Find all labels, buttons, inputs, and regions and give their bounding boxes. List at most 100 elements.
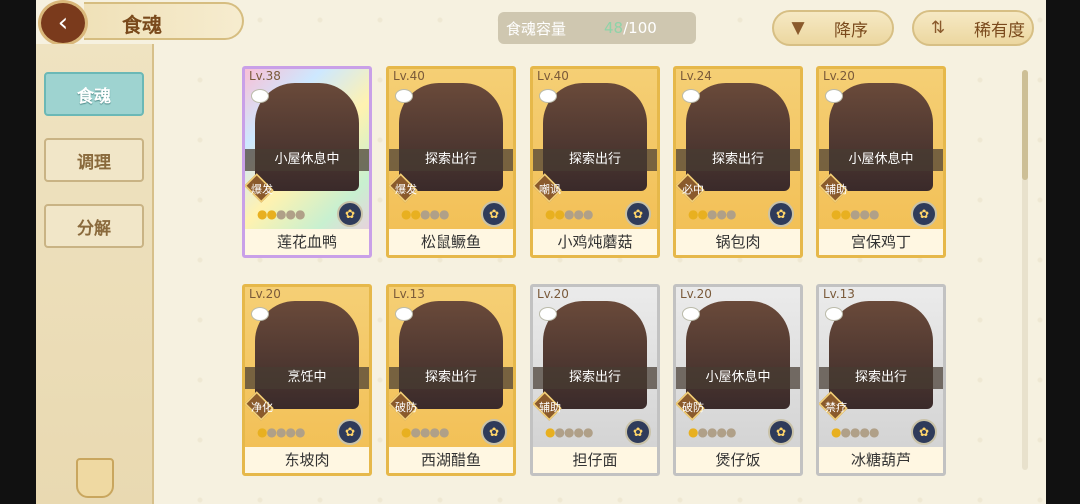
star-rating: ●●●●● <box>401 425 449 439</box>
scrollbar[interactable] <box>1022 70 1028 470</box>
card-level: Lv.20 <box>537 287 569 301</box>
star-rating: ●●●●● <box>545 207 594 221</box>
sort-order-label: 降序 <box>834 20 868 41</box>
back-button[interactable]: ‹ <box>38 0 88 46</box>
element-icon: ✿ <box>911 201 937 227</box>
character-portrait <box>255 301 359 409</box>
star-icon: ● <box>285 207 296 221</box>
food-soul-card[interactable]: Lv.38 小屋休息中 爆发 ●●●●● ✿ 莲花血鸭 <box>242 66 372 258</box>
card-name: 小鸡炖蘑菇 <box>533 229 657 255</box>
food-soul-card[interactable]: Lv.20 小屋休息中 破防 ●●●●● ✿ 煲仔饭 <box>673 284 803 476</box>
food-soul-card[interactable]: Lv.13 探索出行 破防 ●●●●● ✿ 西湖醋鱼 <box>386 284 516 476</box>
star-icon: ● <box>266 425 277 439</box>
element-icon: ✿ <box>337 419 363 445</box>
sort-order-button[interactable]: ▼ 降序 <box>772 10 894 46</box>
star-icon: ● <box>697 207 708 221</box>
sidebar-item-decompose[interactable]: 分解 <box>44 204 144 248</box>
card-name: 莲花血鸭 <box>245 229 369 255</box>
star-icon: ● <box>582 207 594 221</box>
role-label: 破防 <box>395 401 417 414</box>
card-status: 小屋休息中 <box>245 149 369 171</box>
back-arrow-icon: ‹ <box>57 8 69 38</box>
speech-bubble-icon <box>395 307 413 321</box>
role-label: 必中 <box>682 183 704 196</box>
star-icon: ● <box>429 425 440 439</box>
speech-bubble-icon <box>251 307 269 321</box>
star-rating: ●●●●● <box>257 425 306 439</box>
food-soul-card[interactable]: Lv.13 探索出行 禁疗 ●●●●● ✿ 冰糖葫芦 <box>816 284 946 476</box>
header: 食魂 ‹ <box>36 0 256 46</box>
food-soul-card[interactable]: Lv.24 探索出行 必中 ●●●●● ✿ 锅包肉 <box>673 66 803 258</box>
star-icon: ● <box>725 207 737 221</box>
capacity-label: 食魂容量 <box>506 19 567 38</box>
title-banner: 食魂 <box>84 2 244 40</box>
screen-edge-left <box>0 0 36 504</box>
card-level: Lv.38 <box>249 69 281 83</box>
food-soul-card[interactable]: Lv.40 探索出行 嘲讽 ●●●●● ✿ 小鸡炖蘑菇 <box>530 66 660 258</box>
element-icon: ✿ <box>911 419 937 445</box>
star-icon: ● <box>859 425 870 439</box>
sort-arrows-icon: ⇅ <box>930 18 946 38</box>
star-icon: ● <box>573 425 584 439</box>
role-label: 辅助 <box>539 401 561 414</box>
star-icon: ● <box>868 425 880 439</box>
card-name: 煲仔饭 <box>676 447 800 473</box>
sidebar-item-label: 分解 <box>77 218 111 239</box>
star-icon: ● <box>410 425 421 439</box>
speech-bubble-icon <box>539 89 557 103</box>
character-portrait <box>686 301 790 409</box>
food-soul-card[interactable]: Lv.20 烹饪中 净化 ●●●●● ✿ 东坡肉 <box>242 284 372 476</box>
star-icon: ● <box>582 425 594 439</box>
card-status: 探索出行 <box>533 367 657 389</box>
food-soul-card[interactable]: Lv.40 探索出行 爆发 ●●●●● ✿ 松鼠鳜鱼 <box>386 66 516 258</box>
star-icon: ● <box>554 207 565 221</box>
element-icon: ✿ <box>481 201 507 227</box>
speech-bubble-icon <box>682 89 700 103</box>
role-label: 净化 <box>251 401 273 414</box>
scrollbar-thumb[interactable] <box>1022 70 1028 180</box>
star-icon: ● <box>697 425 708 439</box>
card-level: Lv.20 <box>680 287 712 301</box>
card-level: Lv.40 <box>537 69 569 83</box>
element-icon: ✿ <box>481 419 507 445</box>
star-icon: ● <box>285 425 296 439</box>
rarity-sort-label: 稀有度 <box>974 20 1025 41</box>
card-status: 探索出行 <box>389 149 513 171</box>
star-icon: ● <box>859 207 870 221</box>
card-status: 探索出行 <box>389 367 513 389</box>
capacity-display: 食魂容量 48/100 <box>498 12 696 44</box>
element-icon: ✿ <box>768 419 794 445</box>
speech-bubble-icon <box>825 307 843 321</box>
role-label: 破防 <box>682 401 704 414</box>
food-soul-card[interactable]: Lv.20 小屋休息中 辅助 ●●●●● ✿ 宫保鸡丁 <box>816 66 946 258</box>
star-icon: ● <box>554 425 565 439</box>
star-rating: ●●●●● <box>831 425 880 439</box>
card-name: 担仔面 <box>533 447 657 473</box>
element-icon: ✿ <box>625 419 651 445</box>
card-level: Lv.40 <box>393 69 425 83</box>
character-portrait <box>543 301 647 409</box>
star-icon: ● <box>429 207 440 221</box>
card-level: Lv.13 <box>823 287 855 301</box>
lantern-decoration <box>76 458 114 498</box>
card-name: 宫保鸡丁 <box>819 229 943 255</box>
star-rating: ●●●●● <box>688 207 737 221</box>
character-portrait <box>686 83 790 191</box>
star-icon: ● <box>716 207 727 221</box>
star-icon: ● <box>266 207 277 221</box>
rarity-sort-button[interactable]: ⇅ 稀有度 <box>912 10 1034 46</box>
sidebar-item-food-souls[interactable]: 食魂 <box>44 72 144 116</box>
star-icon: ● <box>573 207 584 221</box>
star-icon: ● <box>840 425 851 439</box>
food-soul-card[interactable]: Lv.20 探索出行 辅助 ●●●●● ✿ 担仔面 <box>530 284 660 476</box>
card-status: 探索出行 <box>533 149 657 171</box>
card-name: 锅包肉 <box>676 229 800 255</box>
card-name: 冰糖葫芦 <box>819 447 943 473</box>
role-label: 禁疗 <box>825 401 847 414</box>
role-label: 辅助 <box>825 183 847 196</box>
sidebar-item-label: 食魂 <box>77 86 111 107</box>
star-icon: ● <box>294 425 306 439</box>
sidebar-item-conditioning[interactable]: 调理 <box>44 138 144 182</box>
star-rating: ●●●●● <box>831 207 879 221</box>
capacity-max: 100 <box>628 19 657 37</box>
